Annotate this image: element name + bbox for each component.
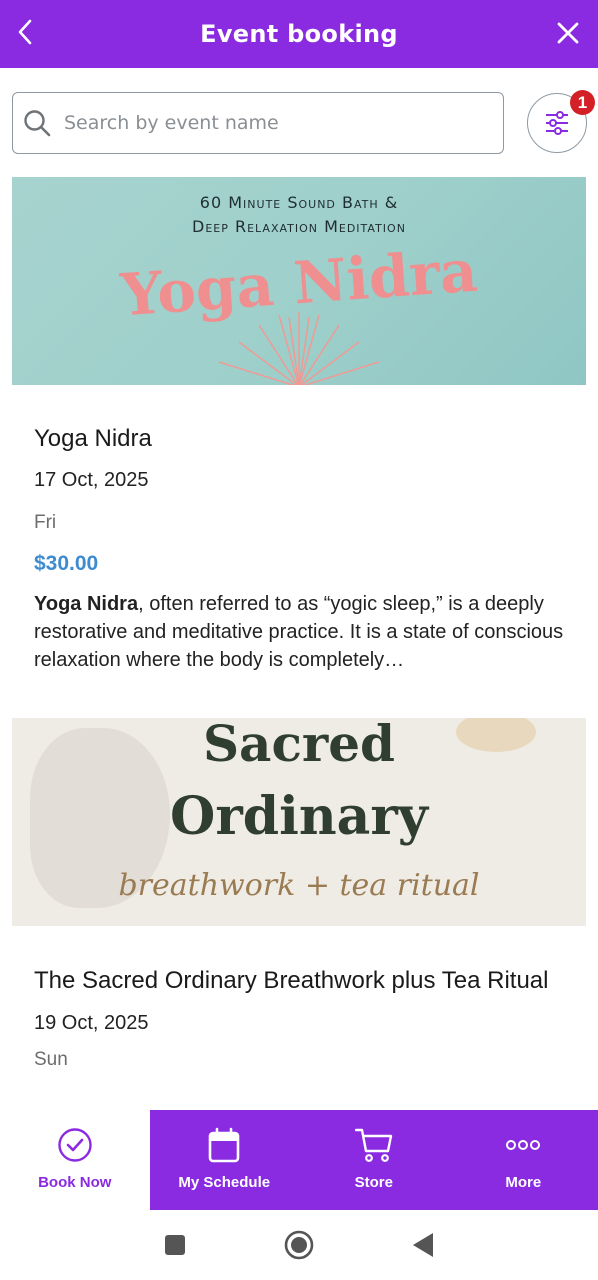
close-icon <box>557 22 579 44</box>
cart-icon <box>354 1126 393 1164</box>
system-nav-bar <box>0 1210 598 1280</box>
chevron-left-icon <box>18 19 32 45</box>
nav-book-now[interactable]: Book Now <box>0 1110 150 1210</box>
event-price: $30.00 <box>34 552 99 575</box>
home-button[interactable] <box>284 1230 314 1260</box>
app-header: Event booking <box>0 0 598 68</box>
event-weekday: Sun <box>34 1049 68 1070</box>
filter-count-badge: 1 <box>570 90 595 115</box>
back-nav-button[interactable] <box>412 1232 434 1258</box>
back-button[interactable] <box>10 14 40 50</box>
bottom-nav: Book Now My Schedule Store More <box>0 1110 598 1210</box>
nav-label: More <box>505 1174 542 1191</box>
check-circle-icon <box>56 1126 94 1164</box>
image-title-line: Ordinary <box>170 786 428 847</box>
close-button[interactable] <box>552 17 584 49</box>
nav-more[interactable]: More <box>448 1110 598 1210</box>
nav-label: Store <box>354 1174 393 1191</box>
search-box[interactable] <box>12 92 504 154</box>
search-input[interactable] <box>64 112 464 134</box>
search-row: 1 <box>12 90 595 154</box>
nav-store[interactable]: Store <box>299 1110 449 1210</box>
image-subtitle: breathwork + tea ritual <box>118 868 480 903</box>
event-name: Yoga Nidra <box>34 425 152 452</box>
nav-label: Book Now <box>38 1174 112 1191</box>
event-image: Sacred Ordinary breathwork + tea ritual <box>12 718 586 926</box>
event-name: The Sacred Ordinary Breathwork plus Tea … <box>34 967 549 994</box>
event-date: 17 Oct, 2025 <box>34 469 149 491</box>
image-caption-line: 60 Minute Sound Bath & <box>199 193 399 212</box>
event-date: 19 Oct, 2025 <box>34 1012 149 1034</box>
description-bold: Yoga Nidra <box>34 593 139 615</box>
calendar-icon <box>205 1126 243 1164</box>
recents-button[interactable] <box>164 1234 186 1256</box>
more-dots-icon <box>504 1126 542 1164</box>
nav-label: My Schedule <box>178 1174 271 1191</box>
event-weekday: Fri <box>34 512 57 533</box>
page-title: Event booking <box>200 20 398 48</box>
event-list[interactable]: 60 Minute Sound Bath & Deep Relaxation M… <box>0 177 598 1110</box>
nav-my-schedule[interactable]: My Schedule <box>149 1110 299 1210</box>
event-description: Yoga Nidra, often referred to as “yogic … <box>34 590 564 674</box>
image-title-line: Sacred <box>202 718 396 773</box>
event-card[interactable]: Sacred Ordinary breathwork + tea ritual … <box>0 718 598 1071</box>
sliders-icon <box>546 111 568 135</box>
event-card[interactable]: 60 Minute Sound Bath & Deep Relaxation M… <box>0 177 598 674</box>
event-image: 60 Minute Sound Bath & Deep Relaxation M… <box>12 177 586 385</box>
sun-rays-graphic <box>218 312 380 385</box>
search-icon <box>22 108 52 138</box>
